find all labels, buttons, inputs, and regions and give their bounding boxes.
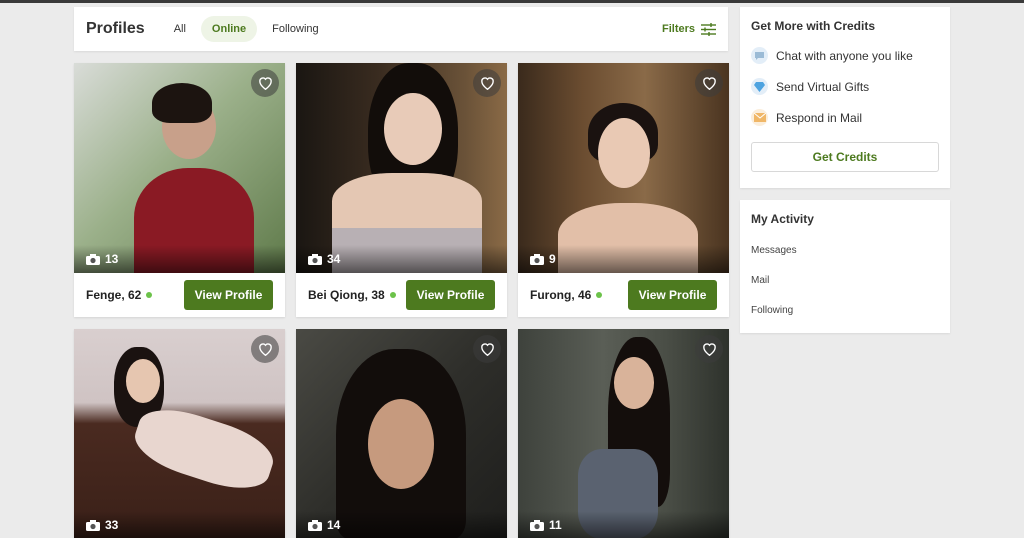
envelope-icon (751, 109, 768, 126)
favorite-heart-icon[interactable] (251, 335, 279, 363)
filters-label: Filters (661, 23, 695, 35)
view-profile-button[interactable]: View Profile (628, 280, 717, 310)
activity-link-messages[interactable]: Messages (751, 245, 939, 256)
profiles-header: Profiles All Online Following Filters (74, 7, 728, 51)
profile-name[interactable]: Bei Qiong, 38 (308, 288, 385, 302)
profile-card[interactable]: 9 Furong, 46 View Profile (518, 63, 729, 317)
photo-count-strip: 9 (518, 245, 729, 273)
perk-gifts: Send Virtual Gifts (751, 78, 939, 95)
perk-label: Send Virtual Gifts (776, 79, 870, 94)
favorite-heart-icon[interactable] (473, 335, 501, 363)
chat-bubble-icon (751, 47, 768, 64)
window-top-edge (0, 0, 1024, 3)
profile-photo[interactable]: 14 (296, 329, 507, 538)
profile-photo[interactable]: 13 (74, 63, 285, 273)
credits-title: Get More with Credits (751, 19, 876, 33)
favorite-heart-icon[interactable] (251, 69, 279, 97)
photo-count: 13 (105, 252, 119, 266)
profile-photo[interactable]: 34 (296, 63, 507, 273)
sliders-icon (701, 22, 716, 36)
get-credits-button[interactable]: Get Credits (751, 142, 939, 172)
photo-count-strip: 34 (296, 245, 507, 273)
photo-count: 14 (327, 518, 341, 532)
online-status-dot (596, 292, 603, 298)
activity-title: My Activity (751, 212, 814, 226)
camera-icon (530, 519, 544, 531)
online-status-dot (389, 292, 396, 298)
filters-button[interactable]: Filters (661, 22, 716, 36)
profile-card[interactable]: 13 Fenge, 62 View Profile (74, 63, 285, 317)
activity-link-following[interactable]: Following (751, 305, 939, 316)
activity-link-mail[interactable]: Mail (751, 275, 939, 286)
perk-mail: Respond in Mail (751, 109, 939, 126)
profile-name[interactable]: Fenge, 62 (86, 288, 141, 302)
favorite-heart-icon[interactable] (695, 335, 723, 363)
photo-count: 34 (327, 252, 341, 266)
page-title: Profiles (86, 20, 145, 37)
photo-count: 11 (549, 518, 562, 532)
tab-following[interactable]: Following (261, 16, 329, 42)
profile-info: Furong, 46 View Profile (518, 273, 729, 317)
profile-card[interactable]: 33 (74, 329, 285, 538)
photo-count-strip: 13 (74, 245, 285, 273)
profile-card[interactable]: 14 (296, 329, 507, 538)
favorite-heart-icon[interactable] (695, 69, 723, 97)
perk-label: Chat with anyone you like (776, 48, 913, 63)
photo-count: 33 (105, 518, 119, 532)
perk-chat: Chat with anyone you like (751, 47, 939, 64)
activity-panel: My Activity Messages Mail Following (740, 200, 950, 333)
camera-icon (530, 253, 544, 265)
profile-card[interactable]: 34 Bei Qiong, 38 View Profile (296, 63, 507, 317)
credits-panel: Get More with Credits Chat with anyone y… (740, 7, 950, 188)
tab-all[interactable]: All (163, 16, 197, 42)
view-profile-button[interactable]: View Profile (406, 280, 495, 310)
profile-photo[interactable]: 9 (518, 63, 729, 273)
profile-info: Bei Qiong, 38 View Profile (296, 273, 507, 317)
perk-label: Respond in Mail (776, 110, 863, 125)
camera-icon (308, 519, 322, 531)
tab-online[interactable]: Online (200, 16, 258, 42)
photo-count-strip: 14 (296, 511, 507, 538)
profile-photo[interactable]: 33 (74, 329, 285, 538)
photo-count-strip: 33 (74, 511, 285, 538)
camera-icon (308, 253, 322, 265)
camera-icon (86, 253, 100, 265)
diamond-icon (751, 78, 768, 95)
view-profile-button[interactable]: View Profile (184, 280, 273, 310)
photo-count: 9 (549, 252, 556, 266)
profile-info: Fenge, 62 View Profile (74, 273, 285, 317)
photo-count-strip: 11 (518, 511, 729, 538)
profile-name[interactable]: Furong, 46 (530, 288, 591, 302)
camera-icon (86, 519, 100, 531)
profile-card[interactable]: 11 (518, 329, 729, 538)
profile-photo[interactable]: 11 (518, 329, 729, 538)
favorite-heart-icon[interactable] (473, 69, 501, 97)
online-status-dot (146, 292, 153, 298)
